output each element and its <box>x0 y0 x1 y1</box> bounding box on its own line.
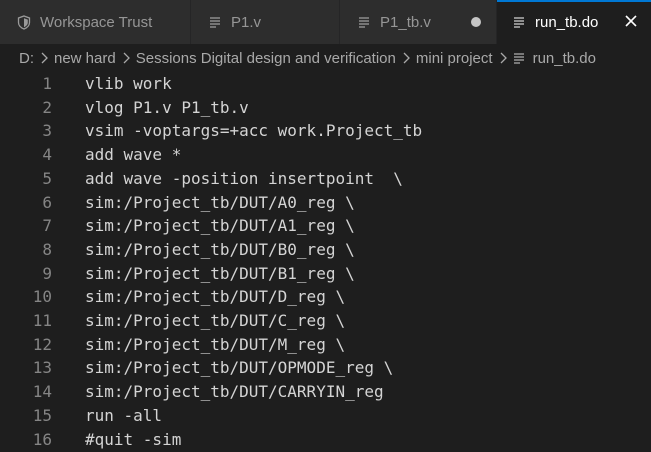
code-line[interactable]: 12 sim:/Project_tb/DUT/M_reg \ <box>0 333 651 357</box>
line-number: 6 <box>42 192 52 212</box>
tab-run-tb-do[interactable]: run_tb.do <box>497 0 651 44</box>
code-text[interactable]: add wave * <box>85 143 181 167</box>
lines-file-icon <box>511 14 527 30</box>
breadcrumb-file[interactable]: run_tb.do <box>533 50 596 67</box>
line-number: 16 <box>32 429 52 449</box>
tab-p1-tb-v[interactable]: P1_tb.v <box>340 0 497 44</box>
tab-label: P1_tb.v <box>380 13 431 31</box>
code-text[interactable]: vlog P1.v P1_tb.v <box>85 96 249 120</box>
code-text[interactable]: #quit -sim <box>85 428 181 452</box>
line-number: 2 <box>42 97 52 117</box>
chevron-right-icon <box>496 52 510 64</box>
shield-icon <box>16 14 32 30</box>
code-line[interactable]: 11 sim:/Project_tb/DUT/C_reg \ <box>0 309 651 333</box>
line-number: 10 <box>32 287 52 307</box>
tab-label: P1.v <box>231 13 262 31</box>
code-text[interactable]: sim:/Project_tb/DUT/A0_reg \ <box>85 191 355 215</box>
lines-file-icon <box>356 14 372 30</box>
code-text[interactable]: sim:/Project_tb/DUT/CARRYIN_reg <box>85 380 384 404</box>
code-line[interactable]: 3 vsim -voptargs=+acc work.Project_tb <box>0 119 651 143</box>
tab-workspace-trust[interactable]: Workspace Trust <box>0 0 191 44</box>
code-text[interactable]: sim:/Project_tb/DUT/OPMODE_reg \ <box>85 356 393 380</box>
code-line[interactable]: 1 vlib work <box>0 72 651 96</box>
code-text[interactable]: sim:/Project_tb/DUT/B1_reg \ <box>85 262 355 286</box>
line-number: 12 <box>32 334 52 354</box>
line-number: 13 <box>32 358 52 378</box>
code-text[interactable]: add wave -position insertpoint \ <box>85 167 403 191</box>
tab-bar: Workspace Trust P1.v P1_tb.v run_tb.do <box>0 0 651 44</box>
code-line[interactable]: 9 sim:/Project_tb/DUT/B1_reg \ <box>0 262 651 286</box>
code-text[interactable]: sim:/Project_tb/DUT/A1_reg \ <box>85 214 355 238</box>
line-number: 8 <box>42 239 52 259</box>
line-number: 9 <box>42 263 52 283</box>
code-line[interactable]: 2 vlog P1.v P1_tb.v <box>0 96 651 120</box>
close-icon[interactable] <box>621 11 641 31</box>
code-text[interactable]: sim:/Project_tb/DUT/B0_reg \ <box>85 238 355 262</box>
code-line[interactable]: 14 sim:/Project_tb/DUT/CARRYIN_reg <box>0 380 651 404</box>
lines-file-icon <box>207 14 223 30</box>
line-number: 7 <box>42 216 52 236</box>
code-line[interactable]: 15 run -all <box>0 404 651 428</box>
line-number: 15 <box>32 405 52 425</box>
code-text[interactable]: sim:/Project_tb/DUT/D_reg \ <box>85 285 345 309</box>
code-text[interactable]: vsim -voptargs=+acc work.Project_tb <box>85 119 422 143</box>
lines-file-icon <box>513 52 529 64</box>
code-text[interactable]: run -all <box>85 404 162 428</box>
code-text[interactable]: sim:/Project_tb/DUT/M_reg \ <box>85 333 345 357</box>
tab-p1-v[interactable]: P1.v <box>191 0 340 44</box>
chevron-right-icon <box>37 52 51 64</box>
code-line[interactable]: 7 sim:/Project_tb/DUT/A1_reg \ <box>0 214 651 238</box>
code-text[interactable]: sim:/Project_tb/DUT/C_reg \ <box>85 309 345 333</box>
breadcrumb: D: new hard Sessions Digital design and … <box>0 44 651 72</box>
code-text[interactable]: vlib work <box>85 72 172 96</box>
breadcrumb-folder-mini-project[interactable]: mini project <box>416 50 493 67</box>
line-number: 3 <box>42 121 52 141</box>
code-line[interactable]: 6 sim:/Project_tb/DUT/A0_reg \ <box>0 191 651 215</box>
breadcrumb-folder-sessions[interactable]: Sessions Digital design and verification <box>136 50 396 67</box>
code-line[interactable]: 5 add wave -position insertpoint \ <box>0 167 651 191</box>
code-editor[interactable]: 1 vlib work 2 vlog P1.v P1_tb.v 3 vsim -vop… <box>0 72 651 452</box>
chevron-right-icon <box>399 52 413 64</box>
tab-label: Workspace Trust <box>40 13 153 31</box>
breadcrumb-folder-new-hard[interactable]: new hard <box>54 50 116 67</box>
code-line[interactable]: 16 #quit -sim <box>0 428 651 452</box>
line-number: 11 <box>32 311 52 330</box>
code-line[interactable]: 8 sim:/Project_tb/DUT/B0_reg \ <box>0 238 651 262</box>
line-number: 1 <box>42 74 52 93</box>
line-number: 14 <box>32 382 52 402</box>
line-number: 4 <box>42 145 52 165</box>
tab-label: run_tb.do <box>535 13 599 31</box>
code-line[interactable]: 10 sim:/Project_tb/DUT/D_reg \ <box>0 285 651 309</box>
line-number: 5 <box>42 168 52 188</box>
code-line[interactable]: 13 sim:/Project_tb/DUT/OPMODE_reg \ <box>0 356 651 380</box>
breadcrumb-drive[interactable]: D: <box>19 50 34 67</box>
chevron-right-icon <box>119 52 133 64</box>
unsaved-dot-icon[interactable] <box>471 17 481 27</box>
code-line[interactable]: 4 add wave * <box>0 143 651 167</box>
